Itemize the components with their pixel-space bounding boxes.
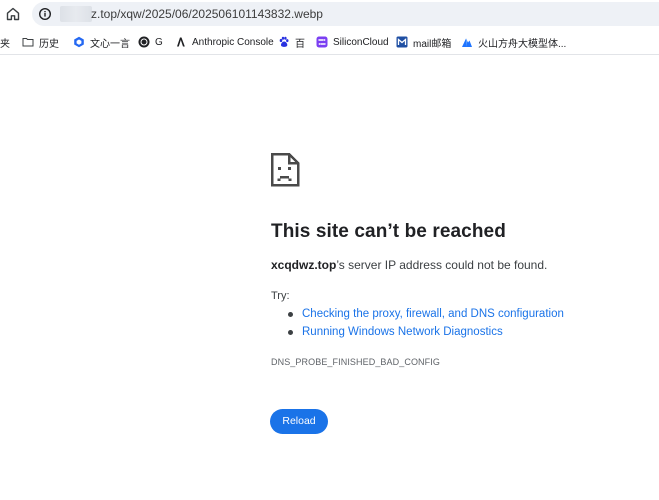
site-info-icon[interactable] xyxy=(36,5,54,23)
siliconcloud-icon xyxy=(316,36,328,48)
home-icon[interactable] xyxy=(4,5,22,23)
mail-icon xyxy=(396,36,408,48)
bookmark-item-mail[interactable]: mail邮箱 xyxy=(396,33,451,51)
bookmark-label: 百 xyxy=(295,38,305,50)
error-description-text: ’s server IP address could not be found. xyxy=(336,258,548,272)
bookmark-item-history[interactable]: 历史 xyxy=(22,33,59,51)
bookmark-item-volcano[interactable]: 火山方舟大模型体... xyxy=(461,33,566,51)
bookmark-item-siliconcloud[interactable]: SiliconCloud xyxy=(316,33,389,51)
bookmark-label: 文心一言 xyxy=(90,38,130,50)
try-label: Try: xyxy=(271,290,290,302)
bookmark-label: 火山方舟大模型体... xyxy=(478,38,567,50)
suggestion-link[interactable]: Running Windows Network Diagnostics xyxy=(302,326,503,338)
error-description: xcqdwz.top’s server IP address could not… xyxy=(271,258,547,272)
chatgpt-icon xyxy=(138,36,150,48)
error-code: DNS_PROBE_FINISHED_BAD_CONFIG xyxy=(271,357,440,367)
volcano-icon xyxy=(461,36,473,48)
bookmark-item-partial[interactable]: 夹 xyxy=(0,33,10,51)
suggestion-network-diagnostics[interactable]: Running Windows Network Diagnostics xyxy=(288,326,503,338)
bookmark-item-chatgpt[interactable]: G xyxy=(138,33,163,51)
url-redacted-region xyxy=(60,6,92,22)
bullet xyxy=(288,311,293,317)
error-title: This site can’t be reached xyxy=(271,221,506,242)
bookmark-label: G xyxy=(155,36,163,48)
reload-button[interactable]: Reload xyxy=(270,409,328,434)
bookmark-label: SiliconCloud xyxy=(333,36,389,48)
sad-page-icon xyxy=(270,152,300,187)
bookmark-label: 历史 xyxy=(39,38,59,50)
bookmark-item-wenxin[interactable]: 文心一言 xyxy=(73,33,130,51)
bookmark-item-anthropic[interactable]: Anthropic Console xyxy=(175,33,274,51)
url-text[interactable]: z.top/xqw/2025/06/20250610114383​2.webp xyxy=(91,6,323,22)
anthropic-icon xyxy=(175,36,187,48)
wenxin-icon xyxy=(73,36,85,48)
bookmark-label: Anthropic Console xyxy=(192,36,274,48)
bookmark-item-baidu[interactable]: 百 xyxy=(278,33,305,51)
address-bar: z.top/xqw/2025/06/20250610114383​2.webp xyxy=(0,0,659,28)
baidu-paw-icon xyxy=(278,36,290,48)
suggestion-link[interactable]: Checking the proxy, firewall, and DNS co… xyxy=(302,308,564,320)
folder-icon xyxy=(22,36,34,48)
suggestion-proxy-check[interactable]: Checking the proxy, firewall, and DNS co… xyxy=(288,308,564,320)
bookmark-label: 夹 xyxy=(0,38,10,50)
bookmarks-bar: 夹 历史 文心一言 G Anthropic Console 百 SiliconC… xyxy=(0,29,659,55)
bullet xyxy=(288,329,293,335)
bookmark-label: mail邮箱 xyxy=(413,38,452,50)
error-host: xcqdwz.top xyxy=(271,258,337,272)
omnibox[interactable]: z.top/xqw/2025/06/20250610114383​2.webp xyxy=(32,2,659,26)
